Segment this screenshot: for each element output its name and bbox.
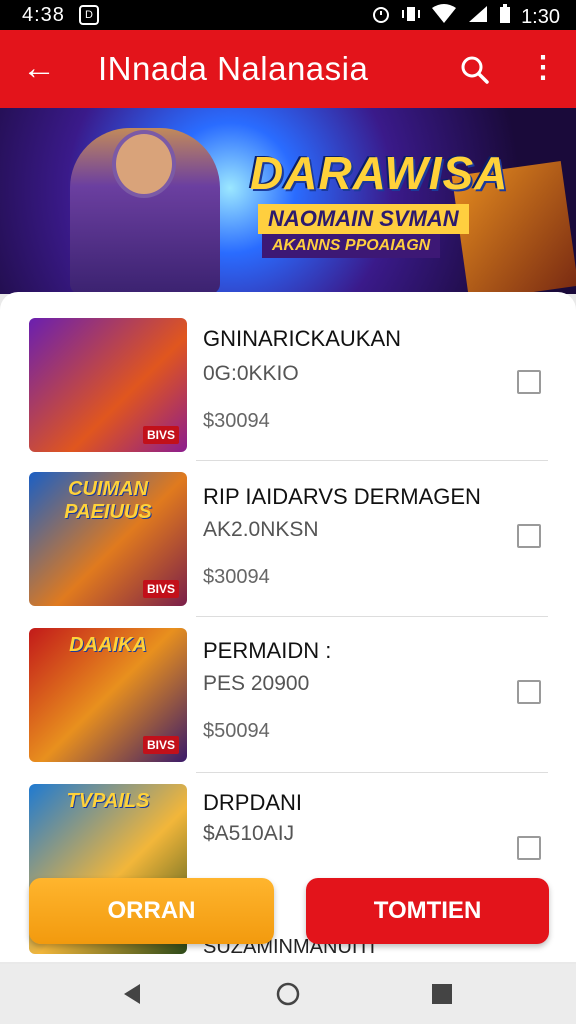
search-icon[interactable] [456, 50, 496, 90]
divider [196, 460, 548, 461]
product-price: $30094 [203, 566, 270, 588]
product-name: RIP IAIDARVS DERMAGEN [203, 484, 481, 509]
product-name: GNINARICKAUKAN [203, 326, 402, 351]
banner-hero-head [112, 130, 176, 198]
list-item[interactable]: DAAIKA BIVS PERMAIDN : PES 20900 $50094 [0, 628, 576, 783]
product-thumbnail: BIVS [29, 318, 187, 452]
select-checkbox[interactable] [517, 836, 541, 860]
nav-recents-icon[interactable] [430, 982, 454, 1006]
product-price: $30094 [203, 410, 270, 432]
page-title: INnada Nalanasia [98, 50, 369, 87]
banner-subtitle: NAOMAIN SVMAN [258, 204, 469, 234]
notification-icon: D [79, 5, 99, 25]
nav-home-icon[interactable] [276, 982, 300, 1006]
vibrate-icon [401, 4, 421, 30]
select-checkbox[interactable] [517, 524, 541, 548]
status-clock: 1:30 [521, 5, 560, 28]
signal-icon [467, 4, 489, 30]
thumbnail-badge: BIVS [142, 736, 179, 754]
status-icons: 1:30 [371, 4, 560, 30]
app-bar: ← INnada Nalanasia ⋮ [0, 30, 576, 108]
product-list: BIVS GNINARICKAUKAN 0G:0KKIO $30094 CUIM… [0, 292, 576, 962]
primary-action-button[interactable]: ORRAN [29, 878, 274, 944]
product-name: DRPDANI [203, 790, 303, 815]
nav-back-icon[interactable] [120, 982, 144, 1006]
back-arrow-icon[interactable]: ← [22, 50, 62, 90]
list-item[interactable]: CUIMAN PAEIUUS BIVS RIP IAIDARVS DERMAGE… [0, 472, 576, 627]
promo-banner[interactable]: DARAWISA NAOMAIN SVMAN AKANNS PPOAIAGN [0, 108, 576, 294]
secondary-action-button[interactable]: TOMTIEN [306, 878, 549, 944]
product-thumbnail: DAAIKA BIVS [29, 628, 187, 762]
banner-title: DARAWISA [250, 147, 509, 199]
product-code: PES 20900 [203, 672, 310, 695]
select-checkbox[interactable] [517, 370, 541, 394]
select-checkbox[interactable] [517, 680, 541, 704]
thumbnail-badge: BIVS [142, 426, 179, 444]
banner-caption: AKANNS PPOAIAGN [262, 234, 441, 258]
product-code: 0G:0KKIO [203, 362, 299, 385]
product-price: $50094 [203, 720, 270, 742]
product-name: PERMAIDN : [203, 638, 332, 663]
divider [196, 772, 548, 773]
thumbnail-badge: BIVS [142, 580, 179, 598]
list-item[interactable]: BIVS GNINARICKAUKAN 0G:0KKIO $30094 [0, 318, 576, 473]
divider [196, 616, 548, 617]
wifi-icon [431, 4, 457, 30]
more-options-icon[interactable]: ⋮ [528, 48, 558, 92]
system-navigation-bar [0, 964, 576, 1024]
status-bar: 4:38 D 1:30 [0, 0, 576, 30]
battery-icon [499, 4, 511, 30]
alarm-icon [371, 4, 391, 30]
product-code: $A510AIJ [203, 822, 295, 845]
status-time: 4:38 [22, 4, 65, 26]
product-code: AK2.0NKSN [203, 518, 319, 541]
product-thumbnail: CUIMAN PAEIUUS BIVS [29, 472, 187, 606]
